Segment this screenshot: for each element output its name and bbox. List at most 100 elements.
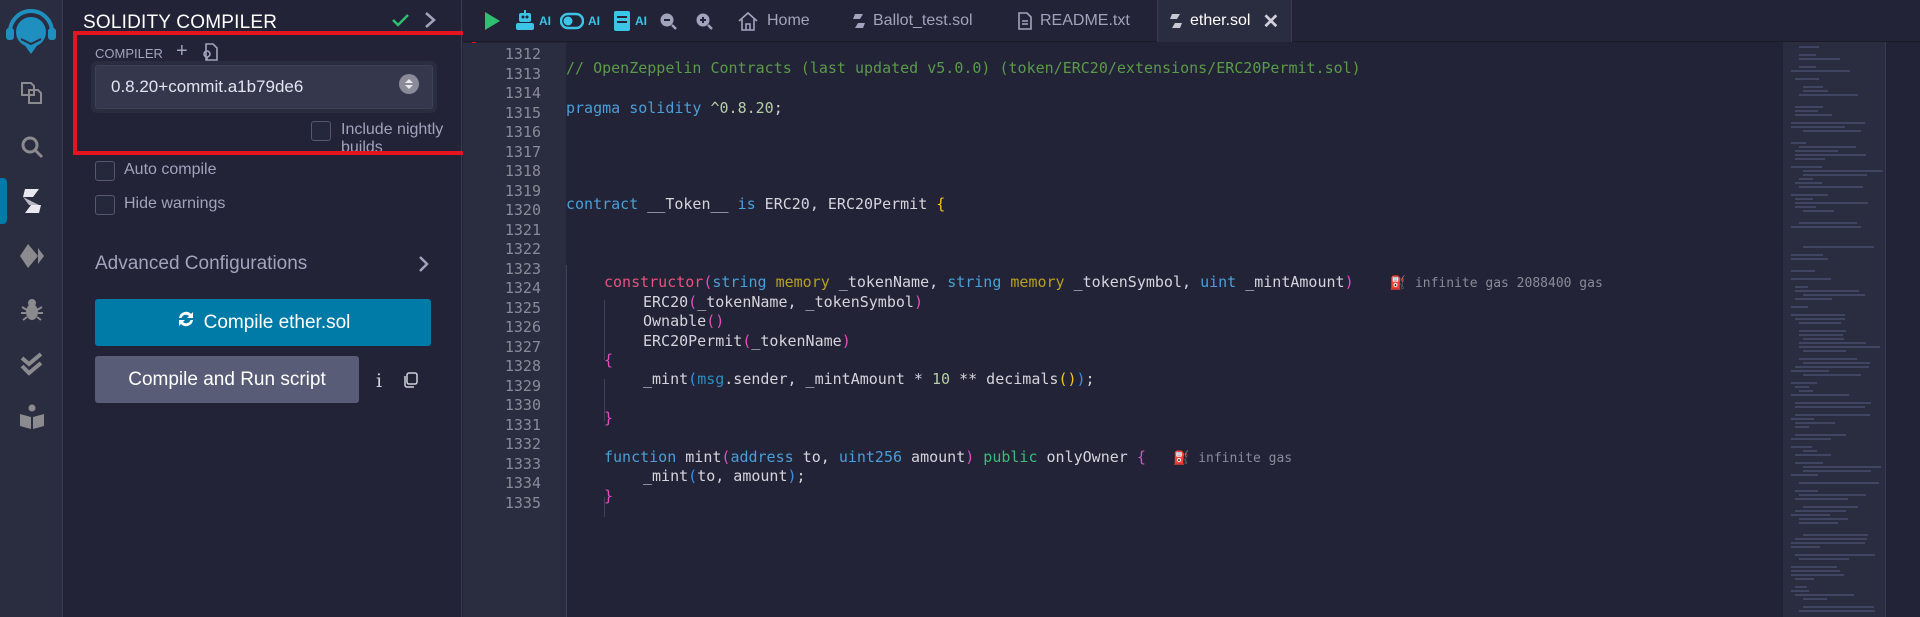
ai-label: AI <box>539 14 551 28</box>
line-number: 1325 <box>504 298 541 317</box>
line-number: 1327 <box>504 337 541 356</box>
compiler-version-select-wrapper: 0.8.20+commit.a1b79de6 <box>91 61 437 113</box>
auto-compile-checkbox[interactable] <box>95 161 115 181</box>
editor-toolbar: AI AI AI Home Ballot_test.sol README.txt <box>463 0 1920 42</box>
search-icon[interactable] <box>17 132 47 162</box>
minimap-line <box>1791 446 1812 448</box>
minimap-line <box>1795 594 1854 596</box>
identifier: ERC20, ERC20Permit <box>755 195 937 213</box>
file-explorer-icon[interactable] <box>17 78 47 108</box>
minimap-line <box>1799 222 1858 224</box>
minimap-line <box>1795 402 1871 404</box>
minimap-line <box>1791 438 1832 440</box>
keyword: memory <box>775 273 830 291</box>
close-tab-icon[interactable]: ✕ <box>1262 9 1279 34</box>
paren: ( <box>688 467 698 485</box>
chevron-right-icon[interactable] <box>422 10 438 30</box>
compile-button-label: Compile ether.sol <box>203 311 351 333</box>
tab-ballot-test[interactable]: Ballot_test.sol <box>853 0 973 42</box>
advanced-chevron-right-icon[interactable] <box>417 254 431 274</box>
paren: ) <box>841 332 851 350</box>
minimap-line <box>1791 126 1846 128</box>
identifier: _mintAmount <box>1236 273 1345 291</box>
tab-home[interactable]: Home <box>737 0 810 42</box>
minimap-line <box>1799 146 1857 148</box>
compiler-label: COMPILER <box>95 46 163 61</box>
run-button[interactable] <box>483 10 501 32</box>
solidity-icon <box>1170 14 1182 28</box>
minimap-line <box>1795 386 1809 388</box>
code-line-1327: ERC20Permit(_tokenName) <box>643 332 851 350</box>
minimap-line <box>1795 158 1826 160</box>
identifier: mint <box>676 448 722 466</box>
tab-readme[interactable]: README.txt <box>1018 0 1130 42</box>
ethereum-deploy-icon[interactable] <box>17 241 47 271</box>
minimap-line <box>1799 558 1849 560</box>
line-number: 1324 <box>504 279 541 297</box>
minimap-line <box>1803 174 1868 176</box>
include-nightly-checkbox[interactable] <box>311 121 331 141</box>
identifier: _mint <box>643 370 689 388</box>
minimap-line <box>1791 382 1817 384</box>
minimap[interactable] <box>1783 42 1885 617</box>
book-reader-icon[interactable] <box>17 402 47 432</box>
paren: ( <box>688 293 698 311</box>
minimap-line <box>1803 294 1866 296</box>
compiler-version-select[interactable]: 0.8.20+commit.a1b79de6 <box>95 65 433 109</box>
minimap-line <box>1795 286 1808 288</box>
tab-label: ether.sol <box>1190 12 1251 29</box>
double-check-icon[interactable] <box>17 350 47 380</box>
code-editor[interactable]: 1312 1313 1314 1315 1316 1317 1318 1319 1320 1321… <box>463 43 1920 617</box>
compile-and-run-button[interactable]: Compile and Run script <box>95 356 359 403</box>
comment: // OpenZeppelin Contracts (last updated … <box>566 59 1361 77</box>
minimap-line <box>1803 374 1862 376</box>
hide-warnings-checkbox[interactable] <box>95 195 115 215</box>
toggle-icon <box>560 12 584 30</box>
minimap-line <box>1791 70 1851 72</box>
ai-assistant-button[interactable]: AI <box>515 10 551 32</box>
identifier: .sender, _mintAmount * <box>724 370 932 388</box>
book-icon <box>614 11 630 31</box>
paren: ) <box>965 448 975 466</box>
indent-guide <box>566 265 567 617</box>
minimap-line <box>1799 334 1844 336</box>
minimap-line <box>1799 54 1817 56</box>
vertical-scrollbar[interactable] <box>1885 42 1920 617</box>
identifier: to, <box>793 448 839 466</box>
advanced-configurations-toggle[interactable]: Advanced Configurations <box>95 253 307 275</box>
minimap-line <box>1795 426 1809 428</box>
minimap-line <box>1799 46 1820 48</box>
minimap-line <box>1791 142 1807 144</box>
copy-icon[interactable] <box>402 372 418 388</box>
add-compiler-icon[interactable]: + <box>176 41 188 61</box>
code-line-1329: _mint(msg.sender, _mintAmount * 10 ** de… <box>643 370 1095 388</box>
zoom-out-icon <box>660 13 677 30</box>
compile-button[interactable]: Compile ether.sol <box>95 299 431 346</box>
minimap-line <box>1803 130 1861 132</box>
remix-logo-icon[interactable] <box>4 6 58 56</box>
line-number: 1331 <box>504 415 541 434</box>
zoom-in-button[interactable] <box>695 10 713 32</box>
gas-estimate: infinite gas 2088400 gas <box>1414 276 1603 291</box>
info-icon[interactable]: i <box>376 370 382 392</box>
home-icon <box>738 11 758 31</box>
solidity-compiler-icon[interactable] <box>17 186 47 216</box>
minimap-line <box>1803 362 1870 364</box>
ai-docs-button[interactable]: AI <box>613 10 647 32</box>
minimap-line <box>1795 150 1838 152</box>
paren: ) <box>1344 273 1354 291</box>
minimap-line <box>1795 422 1836 424</box>
minimap-line <box>1799 390 1814 392</box>
line-number: 1335 <box>504 493 541 512</box>
tab-label: Home <box>767 12 810 29</box>
custom-compiler-file-icon[interactable] <box>202 43 218 61</box>
ai-toggle-button[interactable]: AI <box>560 10 600 32</box>
type: uint256 <box>838 448 903 466</box>
punct: ; <box>773 99 783 117</box>
gas-pump-icon: ⛽ <box>1172 451 1190 466</box>
tab-ether-sol[interactable]: ether.sol ✕ <box>1157 0 1293 42</box>
bug-icon[interactable] <box>17 295 47 325</box>
minimap-line <box>1803 534 1868 536</box>
line-number: 1329 <box>504 376 541 395</box>
zoom-out-button[interactable] <box>659 10 677 32</box>
